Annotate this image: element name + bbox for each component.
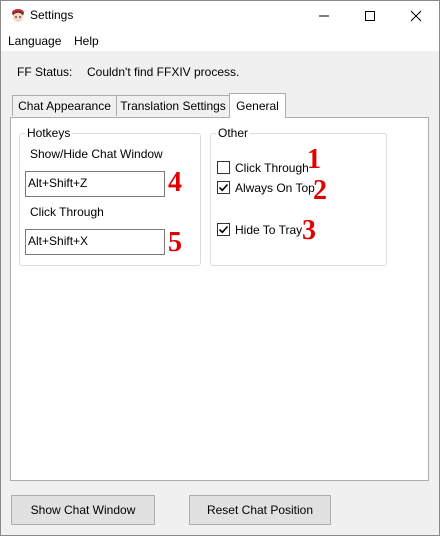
hide-to-tray-checkbox-label[interactable]: Hide To Tray — [235, 223, 302, 237]
window-title: Settings — [30, 8, 74, 22]
close-icon — [410, 10, 422, 22]
minimize-button[interactable] — [301, 1, 347, 31]
annotation-3: 3 — [302, 215, 316, 246]
reset-chat-position-button[interactable]: Reset Chat Position — [189, 495, 331, 525]
show-hide-chat-hotkey-input[interactable]: Alt+Shift+Z — [25, 171, 165, 197]
other-group-title: Other — [216, 126, 251, 140]
tab-general[interactable]: General — [229, 93, 286, 118]
ff-status-value: Couldn't find FFXIV process. — [87, 65, 240, 79]
click-through-hotkey-label: Click Through — [30, 205, 104, 219]
app-icon — [10, 8, 26, 24]
other-group — [210, 133, 387, 266]
tab-translation-settings[interactable]: Translation Settings — [116, 95, 230, 116]
annotation-4: 4 — [168, 167, 182, 198]
checkmark-icon — [218, 183, 229, 192]
close-button[interactable] — [393, 1, 439, 31]
minimize-icon — [319, 15, 329, 17]
always-on-top-checkbox[interactable] — [217, 181, 230, 194]
annotation-1: 1 — [307, 144, 321, 175]
maximize-button[interactable] — [347, 1, 393, 31]
hotkeys-group-title: Hotkeys — [25, 126, 73, 140]
click-through-checkbox[interactable] — [217, 161, 230, 174]
show-chat-window-button[interactable]: Show Chat Window — [11, 495, 155, 525]
always-on-top-checkbox-label[interactable]: Always On Top — [235, 181, 315, 195]
click-through-checkbox-label[interactable]: Click Through — [235, 161, 309, 175]
tab-chat-appearance[interactable]: Chat Appearance — [12, 95, 117, 116]
click-through-hotkey-input[interactable]: Alt+Shift+X — [25, 229, 165, 255]
ff-status-label: FF Status: — [17, 65, 73, 79]
show-hide-chat-label: Show/Hide Chat Window — [30, 147, 163, 161]
annotation-5: 5 — [168, 227, 182, 258]
menu-language[interactable]: Language — [8, 34, 61, 48]
annotation-2: 2 — [313, 175, 327, 206]
menu-bar — [1, 31, 439, 51]
maximize-icon — [365, 11, 375, 21]
menu-help[interactable]: Help — [74, 34, 99, 48]
hide-to-tray-checkbox[interactable] — [217, 223, 230, 236]
checkmark-icon — [218, 225, 229, 234]
